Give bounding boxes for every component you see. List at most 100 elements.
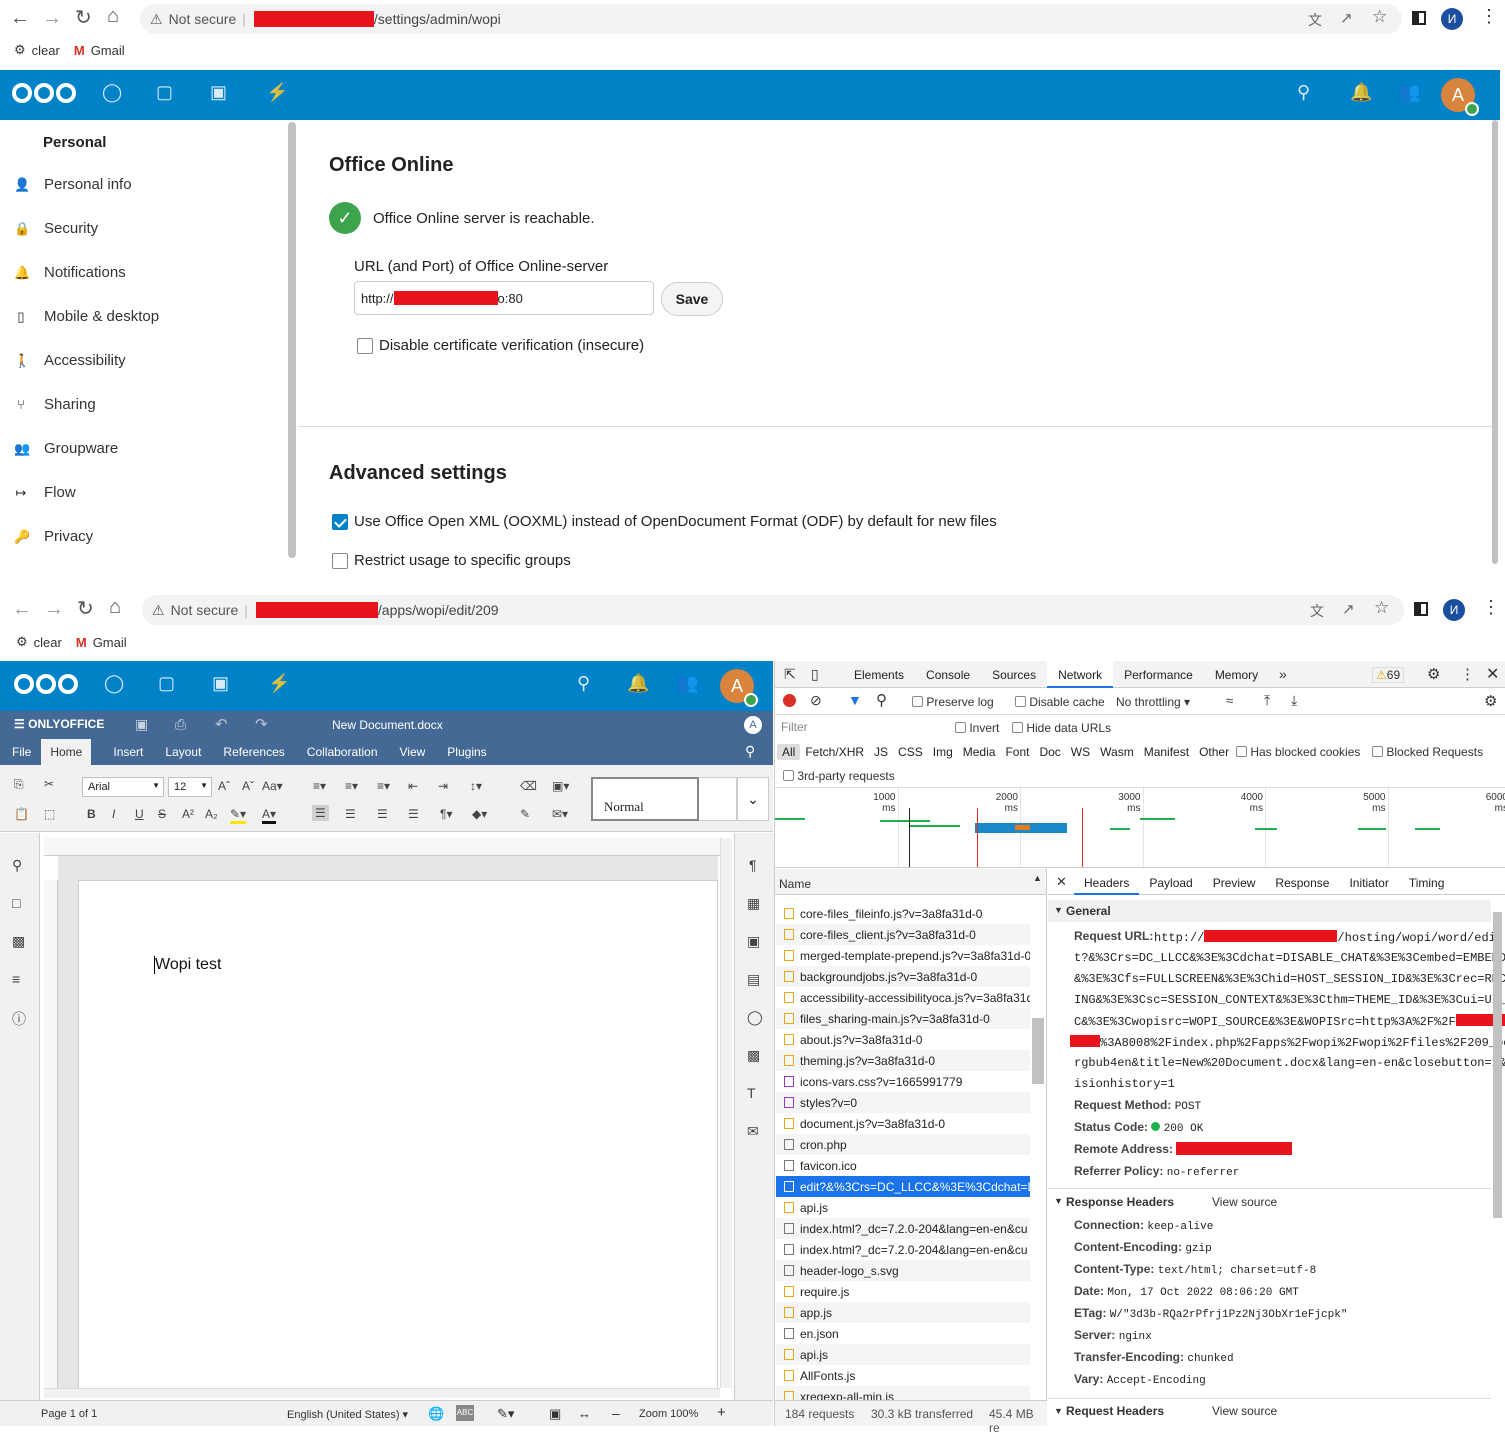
forward-icon[interactable]: → xyxy=(44,599,64,619)
save-icon[interactable]: ▣ xyxy=(135,716,148,733)
justify-icon[interactable]: ☰ xyxy=(408,807,419,821)
type-filter[interactable]: Other xyxy=(1194,744,1234,760)
files-icon[interactable]: ▢ xyxy=(156,82,173,103)
search-icon[interactable]: ⚲ xyxy=(1297,82,1310,103)
type-filter[interactable]: All xyxy=(777,744,801,760)
more-tabs-icon[interactable]: » xyxy=(1279,666,1287,682)
view-source-link[interactable]: View source xyxy=(1212,1195,1277,1209)
superscript-icon[interactable]: A² xyxy=(182,807,194,821)
copy-icon[interactable]: ⎘ xyxy=(14,777,24,792)
page-info[interactable]: Page 1 of 1 xyxy=(41,1408,97,1420)
fit-width-icon[interactable]: ↔ xyxy=(578,1406,591,1421)
user-avatar[interactable]: A xyxy=(1441,78,1479,116)
view-source-link[interactable]: View source xyxy=(1212,1404,1277,1418)
style-gallery-expand[interactable]: ⌄ xyxy=(737,777,769,821)
align-right-icon[interactable]: ☰ xyxy=(377,807,388,821)
chat-icon[interactable]: ▩ xyxy=(12,933,25,950)
bookmark-star-icon[interactable]: ☆ xyxy=(1374,598,1389,618)
print-icon[interactable]: ⎙ xyxy=(175,716,186,733)
clear-style-icon[interactable]: ⌫ xyxy=(520,779,537,793)
settings-gear-icon[interactable]: ⚙ xyxy=(1427,665,1440,683)
kebab-menu-icon[interactable]: ⋮ xyxy=(1460,665,1475,683)
close-detail-icon[interactable]: ✕ xyxy=(1056,874,1067,890)
ribbon-tab[interactable]: File xyxy=(12,739,31,765)
devtools-tab[interactable]: Elements xyxy=(843,661,915,688)
request-row[interactable]: index.html?_dc=7.2.0-204&lang=en-en&cu xyxy=(776,1218,1030,1239)
chart-settings-icon[interactable]: ▩ xyxy=(747,1047,760,1064)
request-row[interactable]: api.js xyxy=(776,1197,1030,1218)
files-icon[interactable]: ▢ xyxy=(158,673,175,694)
sidebar-item[interactable]: 🔒 Security xyxy=(14,220,98,237)
address-bar[interactable]: ⚠ Not secure | /apps/wopi/edit/209 xyxy=(142,595,1404,625)
table-settings-icon[interactable]: ▦ xyxy=(747,895,760,912)
detail-tab[interactable]: Initiator xyxy=(1339,869,1398,895)
disable-cert-checkbox[interactable] xyxy=(357,338,373,354)
select-all-icon[interactable]: ⬚ xyxy=(44,807,55,821)
request-row[interactable]: app.js xyxy=(776,1302,1030,1323)
request-row[interactable]: styles?v=0 xyxy=(776,1092,1030,1113)
shape-settings-icon[interactable]: ◯ xyxy=(747,1009,763,1026)
doc-vertical-scrollbar[interactable] xyxy=(720,838,732,1388)
vertical-ruler[interactable] xyxy=(44,880,58,1388)
document-page[interactable]: Wopi test xyxy=(78,880,718,1390)
language-select[interactable]: English (United States) ▾ xyxy=(287,1408,408,1421)
home-icon[interactable]: ⌂ xyxy=(109,597,121,617)
content-scrollbar[interactable] xyxy=(1492,120,1498,564)
restrict-groups-checkbox[interactable] xyxy=(332,553,348,569)
sidebar-item[interactable]: ▯ Mobile & desktop xyxy=(14,308,159,325)
request-row[interactable]: document.js?v=3a8fa31d-0 xyxy=(776,1113,1030,1134)
bookmark-clear[interactable]: ⚙ clear xyxy=(14,42,60,58)
ribbon-tab[interactable]: View xyxy=(400,739,426,765)
back-icon[interactable]: ← xyxy=(10,8,30,28)
about-icon[interactable]: ⓘ xyxy=(12,1009,26,1029)
export-har-icon[interactable]: ⤓ xyxy=(1291,692,1297,709)
share-icon[interactable]: ↗ xyxy=(1340,9,1353,27)
filter-input[interactable]: Filter xyxy=(779,720,939,737)
request-row[interactable]: icons-vars.css?v=1665991779 xyxy=(776,1071,1030,1092)
back-icon[interactable]: ← xyxy=(12,599,32,619)
paragraph-marks-icon[interactable]: ¶▾ xyxy=(440,807,452,821)
cut-icon[interactable]: ✂ xyxy=(44,777,54,791)
record-icon[interactable] xyxy=(783,694,796,707)
horizontal-ruler[interactable] xyxy=(44,838,720,856)
image-settings-icon[interactable]: ▣ xyxy=(747,933,760,950)
fit-page-icon[interactable]: ▣ xyxy=(549,1406,561,1422)
document-text[interactable]: Wopi test xyxy=(154,956,221,974)
device-toolbar-icon[interactable]: ▯ xyxy=(811,666,819,683)
underline-icon[interactable]: U xyxy=(135,807,144,821)
devtools-tab[interactable]: Sources xyxy=(981,661,1047,688)
spellcheck-icon[interactable]: ABC xyxy=(456,1405,474,1421)
filter-icon[interactable]: ▼ xyxy=(848,692,862,708)
subscript-icon[interactable]: A₂ xyxy=(205,807,218,821)
request-row[interactable]: favicon.ico xyxy=(776,1155,1030,1176)
share-icon[interactable]: ↗ xyxy=(1342,600,1355,618)
bookmark-gmail[interactable]: M Gmail xyxy=(74,42,125,58)
ribbon-tab[interactable]: References xyxy=(223,739,284,765)
profile-avatar[interactable]: И xyxy=(1443,599,1465,621)
type-filter[interactable]: CSS xyxy=(893,744,928,760)
devtools-tab[interactable]: Memory xyxy=(1204,661,1269,688)
blocked-requests-toggle[interactable]: Blocked Requests xyxy=(1372,745,1483,759)
type-filter[interactable]: Doc xyxy=(1034,744,1065,760)
ooxml-checkbox[interactable] xyxy=(332,514,348,530)
name-column-header[interactable]: Name ▲ xyxy=(775,869,1047,895)
warnings-badge[interactable]: ⚠69 xyxy=(1372,667,1405,683)
profile-avatar[interactable]: И xyxy=(1441,8,1463,30)
detail-tab[interactable]: Response xyxy=(1265,869,1339,895)
sidebar-item[interactable]: 👤 Personal info xyxy=(14,176,132,193)
bookmark-clear[interactable]: ⚙ clear xyxy=(16,634,62,650)
align-left-icon[interactable]: ☰ xyxy=(312,805,329,821)
sidebar-item[interactable]: 🔑 Privacy xyxy=(14,528,93,545)
request-row[interactable]: en.json xyxy=(776,1323,1030,1344)
type-filter[interactable]: JS xyxy=(869,744,893,760)
search-icon[interactable]: ⚲ xyxy=(12,857,22,874)
copy-style-icon[interactable]: ✎ xyxy=(520,807,530,821)
invert-toggle[interactable]: Invert xyxy=(955,721,999,735)
style-gallery[interactable]: Normal xyxy=(591,777,699,821)
font-name-select[interactable]: Arial ▼ xyxy=(82,777,164,797)
blocked-cookies-toggle[interactable]: Has blocked cookies xyxy=(1236,745,1360,759)
sidebar-item[interactable]: 🚶 Accessibility xyxy=(14,352,126,369)
sidebar-item[interactable]: ⑂ Sharing xyxy=(14,396,96,413)
sidebar-item[interactable]: 👥 Groupware xyxy=(14,440,118,457)
request-row[interactable]: cron.php xyxy=(776,1134,1030,1155)
